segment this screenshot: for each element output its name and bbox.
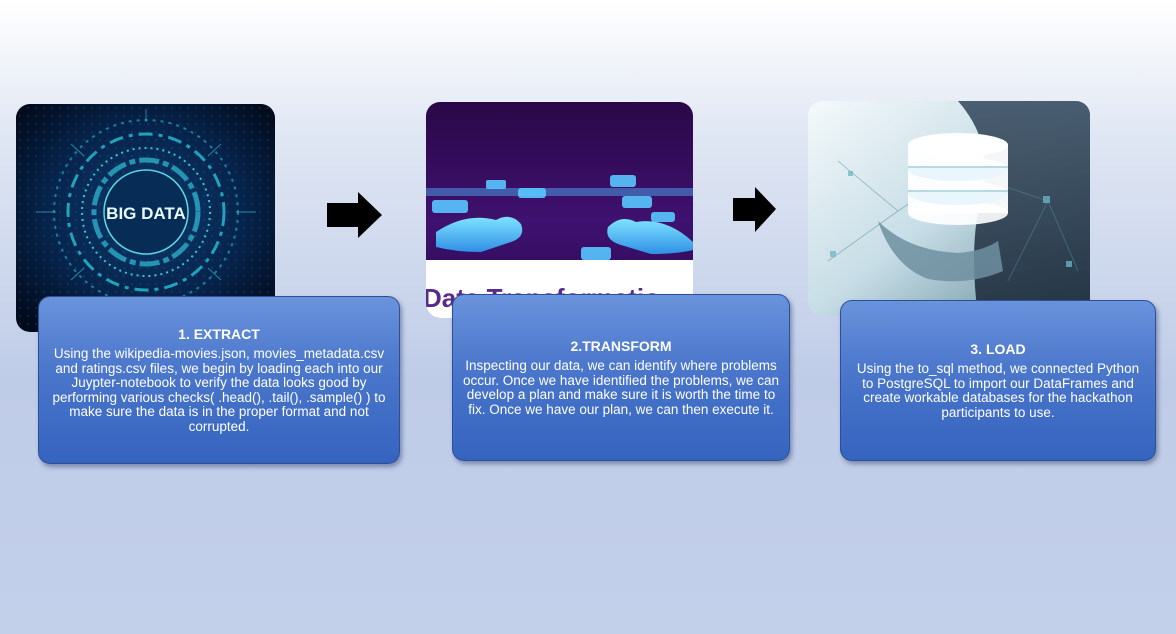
extract-title: 1. EXTRACT	[178, 326, 260, 342]
transform-step-box: 2.TRANSFORM Inspecting our data, we can …	[452, 294, 790, 461]
data-transformation-image: Data Transformatio	[426, 102, 693, 318]
extract-description: Using the wikipedia-movies.json, movies_…	[52, 346, 386, 434]
big-data-label: BIG DATA	[106, 204, 186, 223]
load-title: 3. LOAD	[970, 341, 1026, 357]
transform-title: 2.TRANSFORM	[570, 338, 672, 354]
database-hand-image	[808, 101, 1090, 316]
transform-description: Inspecting our data, we can identify whe…	[463, 358, 779, 417]
extract-step-box: 1. EXTRACT Using the wikipedia-movies.js…	[38, 296, 400, 464]
right-arrow-icon	[327, 192, 382, 238]
load-description: Using the to_sql method, we connected Py…	[856, 361, 1140, 420]
right-arrow-icon	[733, 187, 776, 232]
load-step-box: 3. LOAD Using the to_sql method, we conn…	[840, 300, 1156, 461]
